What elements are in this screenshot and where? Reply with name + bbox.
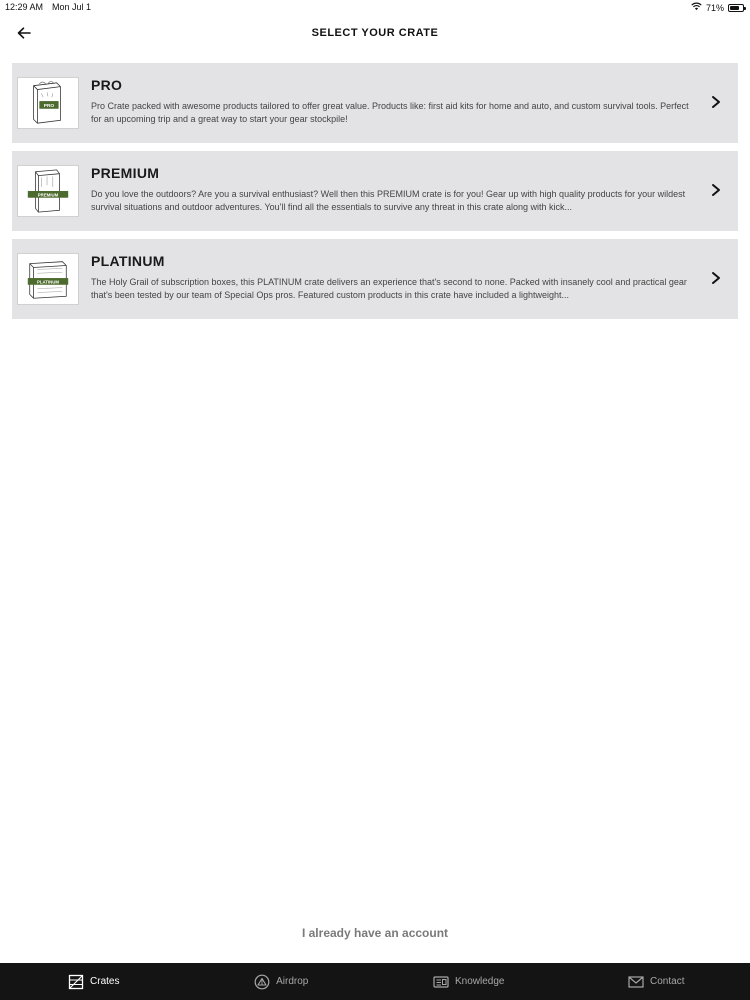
crate-card-platinum[interactable]: PLATINUM PLATINUM The Holy Grail of subs… bbox=[12, 239, 738, 319]
crate-description: The Holy Grail of subscription boxes, th… bbox=[91, 277, 687, 300]
crate-list: PRO PRO Pro Crate packed with awesome pr… bbox=[12, 63, 738, 327]
crate-card-premium[interactable]: PREMIUM PREMIUM Do you love the outdoors… bbox=[12, 151, 738, 231]
tab-label: Knowledge bbox=[455, 976, 505, 987]
tab-crates[interactable]: Crates bbox=[0, 963, 188, 1000]
wifi-icon bbox=[691, 2, 702, 13]
battery-fill bbox=[730, 5, 739, 10]
svg-text:PREMIUM: PREMIUM bbox=[38, 192, 59, 197]
crate-image-pro: PRO bbox=[17, 77, 79, 129]
crate-image-platinum: PLATINUM bbox=[17, 253, 79, 305]
status-date: Mon Jul 1 bbox=[52, 2, 92, 12]
tab-label: Crates bbox=[90, 976, 120, 987]
tab-label: Airdrop bbox=[276, 976, 309, 987]
crate-image-premium: PREMIUM bbox=[17, 165, 79, 217]
tab-airdrop[interactable]: Airdrop bbox=[188, 963, 376, 1000]
airdrop-icon bbox=[254, 974, 270, 989]
battery-percent: 71% bbox=[705, 2, 724, 13]
chevron-right-icon bbox=[712, 184, 720, 196]
tab-bar: Crates Airdrop Knowledge Contact bbox=[0, 963, 750, 1000]
crate-name: PREMIUM bbox=[91, 165, 160, 181]
chevron-right-icon bbox=[712, 96, 720, 108]
tab-contact[interactable]: Contact bbox=[563, 963, 750, 1000]
mail-icon bbox=[628, 975, 644, 988]
svg-text:PLATINUM: PLATINUM bbox=[37, 279, 59, 284]
tab-label: Contact bbox=[650, 976, 685, 987]
crate-description: Pro Crate packed with awesome products t… bbox=[91, 101, 689, 124]
page-title: SELECT YOUR CRATE bbox=[311, 27, 439, 39]
crate-icon bbox=[68, 974, 84, 989]
knowledge-icon bbox=[433, 975, 449, 988]
crate-name: PLATINUM bbox=[91, 253, 165, 269]
crate-name: PRO bbox=[91, 77, 123, 93]
battery-icon bbox=[728, 3, 746, 12]
already-have-account-link[interactable]: I already have an account bbox=[0, 926, 750, 940]
svg-text:PRO: PRO bbox=[44, 103, 55, 109]
status-right: 71% bbox=[691, 2, 746, 13]
status-time: 12:29 AM bbox=[5, 2, 44, 12]
tab-knowledge[interactable]: Knowledge bbox=[375, 963, 563, 1000]
crate-description: Do you love the outdoors? Are you a surv… bbox=[91, 189, 686, 212]
status-bar: 12:29 AM Mon Jul 1 71% bbox=[0, 0, 750, 16]
chevron-right-icon bbox=[712, 272, 720, 284]
nav-bar: SELECT YOUR CRATE bbox=[0, 16, 750, 52]
crate-card-pro[interactable]: PRO PRO Pro Crate packed with awesome pr… bbox=[12, 63, 738, 143]
